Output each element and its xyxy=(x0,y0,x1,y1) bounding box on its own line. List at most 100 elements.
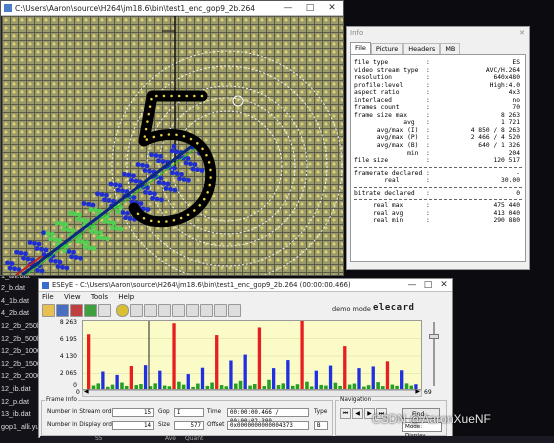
bar-b-frame[interactable] xyxy=(238,380,243,390)
chart-icon[interactable] xyxy=(172,303,185,317)
layout-icon[interactable] xyxy=(144,303,157,317)
watermark: CSDN @AaronXueNF xyxy=(372,412,491,426)
player-titlebar[interactable]: C:\Users\Aaron\source\H264\jm18.6\bin\te… xyxy=(1,1,343,16)
stats-icon[interactable] xyxy=(70,303,83,317)
zoom-slider[interactable] xyxy=(429,322,439,386)
bar-p-frame[interactable] xyxy=(357,368,361,390)
bar-p-frame[interactable] xyxy=(229,360,233,390)
bar-p-frame[interactable] xyxy=(200,367,205,390)
blue-dot xyxy=(95,191,100,197)
file-list-item[interactable]: 12_2b_250k. xyxy=(1,320,40,333)
bar-p-frame[interactable] xyxy=(328,365,333,390)
bar-i-frame[interactable] xyxy=(172,323,176,390)
horizontal-scrollbar[interactable]: ◀ ▶ xyxy=(82,388,422,397)
close-icon[interactable]: ✕ xyxy=(321,1,343,15)
tab-picture[interactable]: Picture xyxy=(370,43,404,54)
first-frame-icon[interactable]: ⏮ xyxy=(340,408,351,419)
info-row: frames count: 70 xyxy=(354,104,522,112)
bar-p-frame[interactable] xyxy=(271,368,276,390)
info-icon[interactable] xyxy=(214,303,227,317)
green-dot xyxy=(57,237,62,243)
file-list-item[interactable]: 12_p.dat xyxy=(1,396,40,409)
file-list-item[interactable]: 12_2b_1500 xyxy=(1,358,40,371)
file-list-item[interactable]: 4_2b.dat xyxy=(1,307,40,320)
tab-file[interactable]: File xyxy=(350,42,371,54)
grid-icon[interactable] xyxy=(130,303,143,317)
blue-dot xyxy=(99,192,105,197)
menu-file[interactable]: File xyxy=(42,293,54,301)
eseye-maximize-icon[interactable]: □ xyxy=(420,279,436,291)
eseye-minimize-icon[interactable]: — xyxy=(404,279,420,291)
bar-b-frame[interactable] xyxy=(153,383,157,390)
bar-b-frame[interactable] xyxy=(376,382,380,390)
bar-p-frame[interactable] xyxy=(243,354,247,390)
menu-tools[interactable]: Tools xyxy=(91,293,108,301)
scroll-right-icon[interactable]: ▶ xyxy=(415,388,420,395)
help-icon[interactable] xyxy=(228,303,241,317)
bar-b-frame[interactable] xyxy=(404,383,409,390)
blue-dot xyxy=(60,264,65,270)
file-list-item[interactable]: 4_1b.dat xyxy=(1,295,40,308)
info-window: Info ✕ File Picture Headers MB file type… xyxy=(346,26,530,270)
info-close-icon[interactable]: ✕ xyxy=(519,29,529,37)
bar-b-frame[interactable] xyxy=(281,383,286,390)
bar-i-frame[interactable] xyxy=(87,334,91,390)
file-list-item[interactable]: 12_2b_2000 xyxy=(1,370,40,383)
color-icon[interactable] xyxy=(84,303,97,317)
bar-p-frame[interactable] xyxy=(158,370,162,390)
bar-i-frame[interactable] xyxy=(129,366,134,390)
bar-b-frame[interactable] xyxy=(333,382,338,390)
table-icon[interactable] xyxy=(158,303,171,317)
bars-icon[interactable] xyxy=(186,303,199,317)
menu-help[interactable]: Help xyxy=(118,293,134,301)
blue-dot xyxy=(147,168,152,174)
bar-i-frame[interactable] xyxy=(300,321,304,390)
bar-b-frame[interactable] xyxy=(96,383,101,390)
marker-icon[interactable] xyxy=(116,303,129,317)
prev-frame-icon[interactable]: ◀ xyxy=(352,408,363,419)
navigation-title: Navigation xyxy=(339,397,373,403)
file-list-item[interactable]: 12_2b_500k. xyxy=(1,333,40,346)
bar-b-frame[interactable] xyxy=(120,382,124,390)
bar-i-frame[interactable] xyxy=(385,361,390,390)
zoom-icon[interactable] xyxy=(98,303,111,317)
file-list-item[interactable]: 2_b.dat xyxy=(1,282,40,295)
eseye-titlebar[interactable]: ESEyE - C:\Users\Aaron\source\H264\jm18.… xyxy=(39,279,452,292)
file-list-item[interactable]: 12_2b_1000k xyxy=(1,345,40,358)
info-titlebar[interactable]: Info ✕ xyxy=(347,27,529,39)
file-list-item[interactable]: gop1_alli.yuv xyxy=(1,421,40,434)
bar-p-frame[interactable] xyxy=(115,374,119,390)
open-icon[interactable] xyxy=(42,303,55,317)
picture-icon[interactable] xyxy=(200,303,213,317)
menu-view[interactable]: View xyxy=(64,293,81,301)
bar-p-frame[interactable] xyxy=(101,371,105,390)
bar-p-frame[interactable] xyxy=(371,366,375,390)
file-list-item[interactable]: 12_ib.dat xyxy=(1,383,40,396)
bar-i-frame[interactable] xyxy=(215,335,219,390)
zoom-slider-thumb[interactable] xyxy=(429,334,439,339)
bar-p-frame[interactable] xyxy=(186,374,190,390)
tab-mb[interactable]: MB xyxy=(440,43,461,54)
tab-headers[interactable]: Headers xyxy=(403,43,441,54)
file-list-item[interactable]: 13_ib.dat xyxy=(1,408,40,421)
bar-b-frame[interactable] xyxy=(305,381,309,390)
green-dot xyxy=(116,209,121,215)
bar-p-frame[interactable] xyxy=(314,370,318,390)
bar-b-frame[interactable] xyxy=(210,382,214,390)
minimize-icon[interactable]: — xyxy=(277,1,299,15)
maximize-icon[interactable]: □ xyxy=(299,1,321,15)
bar-b-frame[interactable] xyxy=(177,381,181,390)
bar-i-frame[interactable] xyxy=(343,346,347,390)
frame-size-chart[interactable] xyxy=(82,320,422,390)
blue-dot xyxy=(158,175,164,181)
eseye-close-icon[interactable]: ✕ xyxy=(436,279,452,291)
bar-p-frame[interactable] xyxy=(400,370,404,390)
blue-dot xyxy=(104,192,109,198)
save-icon[interactable] xyxy=(56,303,69,317)
bar-p-frame[interactable] xyxy=(286,360,290,390)
bar-p-frame[interactable] xyxy=(143,365,148,390)
bar-i-frame[interactable] xyxy=(257,327,262,390)
scroll-left-icon[interactable]: ◀ xyxy=(84,388,89,395)
info-row-colon: : xyxy=(426,149,430,157)
bar-b-frame[interactable] xyxy=(267,379,271,390)
